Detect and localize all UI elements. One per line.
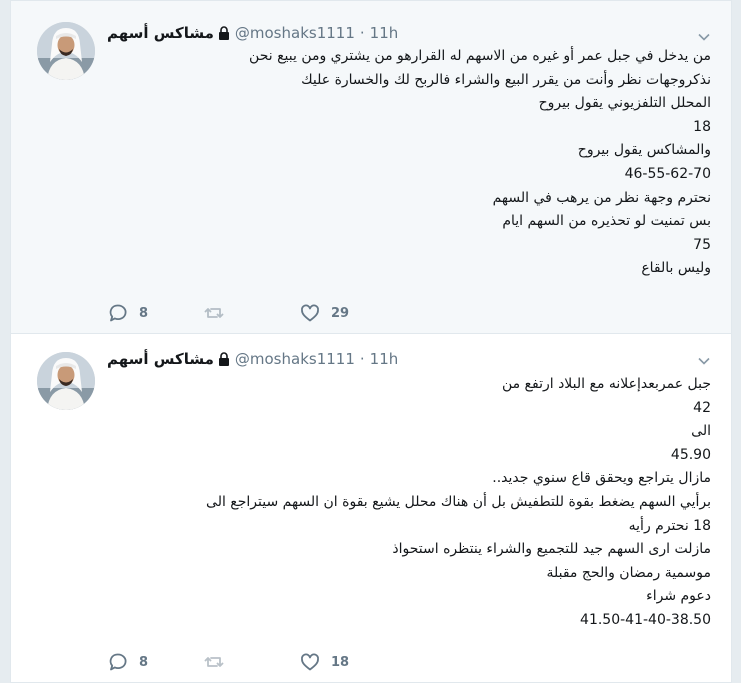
tweet-actions: 8 18 [107, 650, 395, 674]
like-count: 29 [331, 305, 350, 321]
tweet-line: برأيي السهم يضغط بقوة للتطفيش بل أن هناك… [206, 493, 711, 510]
tweet-line: 75 [693, 236, 711, 253]
tweet-actions: 8 29 [107, 301, 395, 325]
author-name[interactable]: مشاكس أسهم [107, 24, 214, 42]
retweet-button[interactable] [203, 302, 299, 324]
timestamp[interactable]: 11h [370, 350, 399, 368]
chevron-down-icon[interactable] [697, 29, 711, 43]
like-button[interactable]: 29 [299, 302, 395, 324]
tweet-line: 41.50-41-40-38.50 [580, 611, 711, 628]
reply-count: 8 [139, 654, 149, 670]
author-name[interactable]: مشاكس أسهم [107, 350, 214, 368]
reply-icon [109, 304, 127, 322]
tweet-line: نذكروجهات نظر وأنت من يقرر البيع والشراء… [301, 71, 711, 88]
separator: · [359, 24, 365, 42]
tweet-line: 46-55-62-70 [624, 165, 711, 182]
tweet[interactable]: مشاكس أسهم @moshaks1111 · 11h جبل عمربعد… [10, 333, 732, 683]
reply-button[interactable]: 8 [107, 302, 203, 324]
tweet-line: والمشاكس يقول بيروح [577, 142, 711, 159]
like-count: 18 [331, 654, 350, 670]
retweet-icon [204, 308, 224, 318]
heart-icon [301, 653, 319, 671]
tweet-text: جبل عمربعدإعلانه مع البلاد ارتفع من 42 ا… [71, 373, 711, 633]
lock-icon [218, 352, 230, 366]
tweet[interactable]: مشاكس أسهم @moshaks1111 · 11h من يدخل في… [10, 0, 732, 334]
tweet-line: 45.90 [670, 446, 711, 463]
tweet-line: موسمية رمضان والحج مقبلة [546, 564, 711, 581]
heart-icon [301, 304, 319, 322]
reply-button[interactable]: 8 [107, 651, 203, 673]
chevron-down-icon[interactable] [697, 353, 711, 367]
tweet-line: 42 [693, 399, 711, 416]
tweet-text: من يدخل في جبل عمر أو غيره من الاسهم له … [71, 45, 711, 281]
author-handle[interactable]: @moshaks1111 [235, 24, 355, 42]
tweet-header: مشاكس أسهم @moshaks1111 · 11h [107, 348, 398, 370]
timeline: مشاكس أسهم @moshaks1111 · 11h من يدخل في… [0, 0, 741, 683]
tweet-line: الى [691, 423, 711, 440]
reply-count: 8 [139, 305, 149, 321]
tweet-header: مشاكس أسهم @moshaks1111 · 11h [107, 22, 398, 44]
timestamp[interactable]: 11h [370, 24, 399, 42]
tweet-line: نحترم وجهة نظر من يرهب في السهم [492, 189, 711, 206]
retweet-icon [204, 657, 224, 667]
tweet-line: وليس بالقاع [641, 260, 711, 277]
tweet-line: مازلت ارى السهم جيد للتجميع والشراء ينتظ… [392, 541, 711, 558]
lock-icon [218, 26, 230, 40]
tweet-line: دعوم شراء [646, 588, 711, 605]
like-button[interactable]: 18 [299, 651, 395, 673]
tweet-line: 18 [693, 118, 711, 135]
tweet-line: 18 نحترم رأيه [628, 517, 711, 534]
reply-icon [109, 653, 127, 671]
retweet-button[interactable] [203, 651, 299, 673]
tweet-line: المحلل التلفزيوني يقول بيروح [538, 95, 711, 112]
author-handle[interactable]: @moshaks1111 [235, 350, 355, 368]
separator: · [359, 350, 365, 368]
tweet-line: بس تمنيت لو تحذيره من السهم ايام [502, 213, 711, 230]
tweet-line: مازال يتراجع ويحقق قاع سنوي جديد.. [492, 470, 711, 487]
tweet-line: من يدخل في جبل عمر أو غيره من الاسهم له … [249, 48, 711, 64]
tweet-line: جبل عمربعدإعلانه مع البلاد ارتفع من [501, 376, 711, 392]
